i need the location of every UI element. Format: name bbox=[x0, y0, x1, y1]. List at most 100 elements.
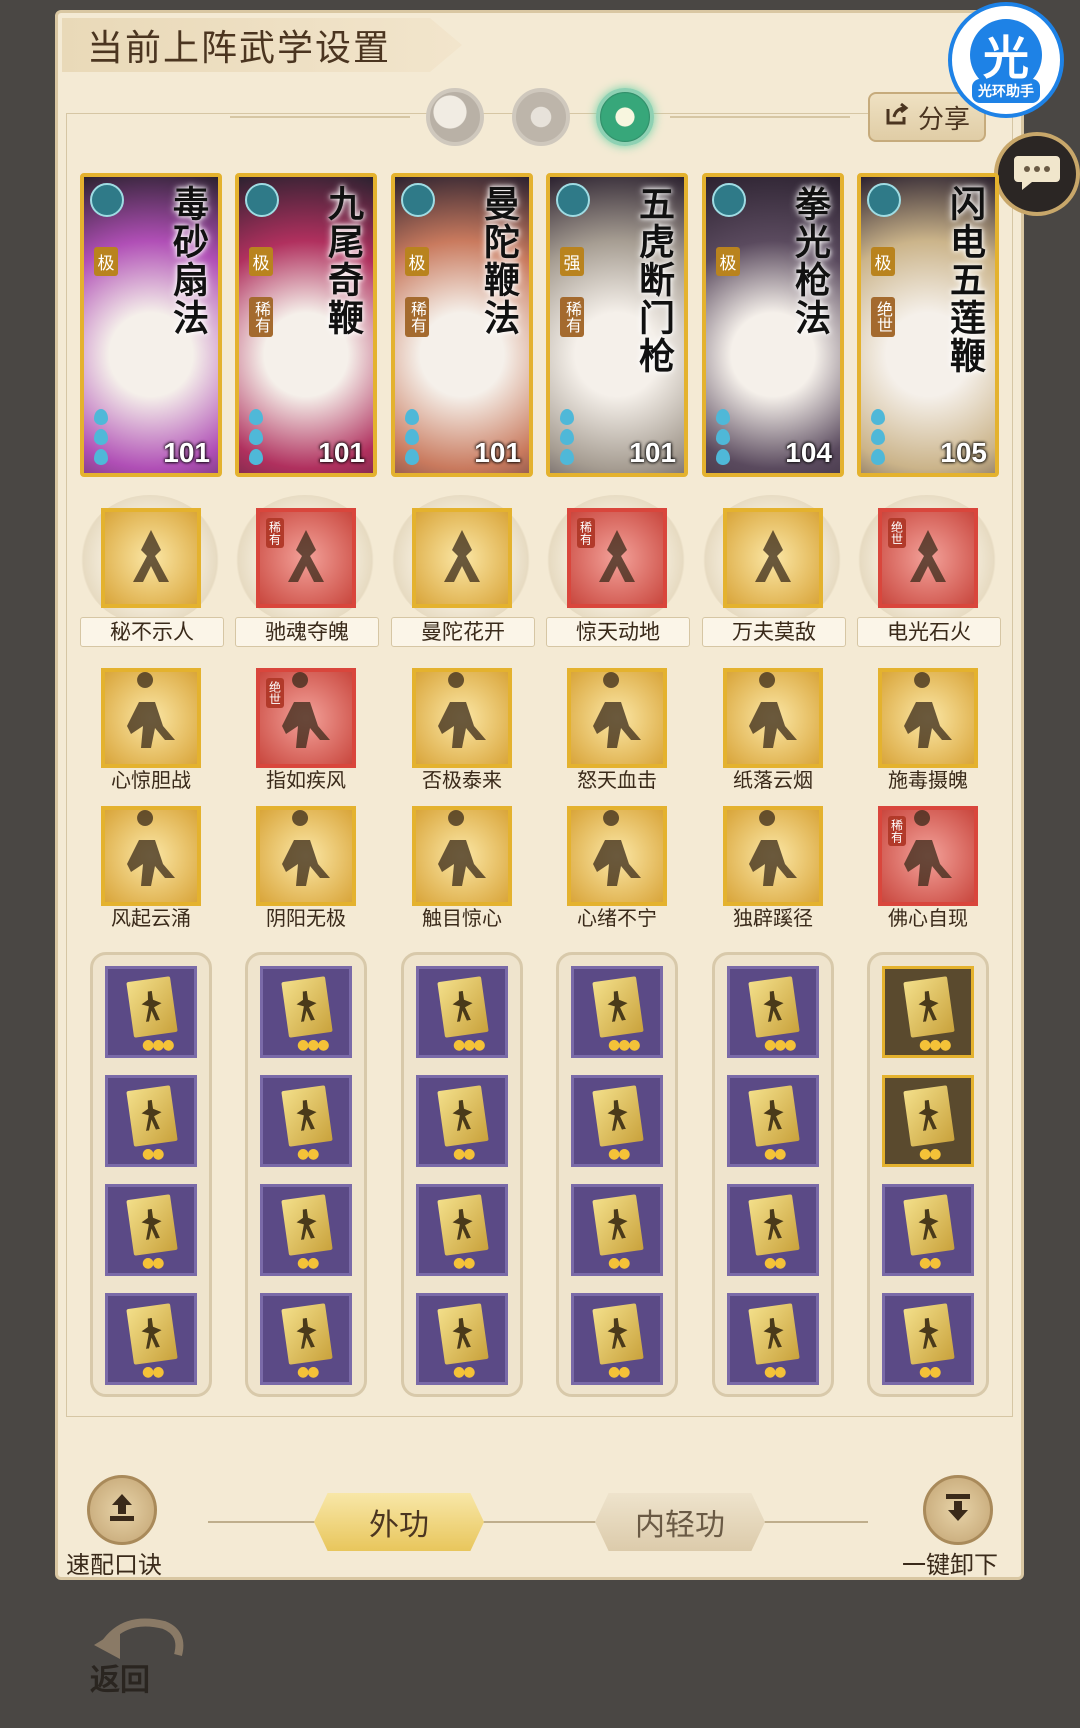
water-orbs-icon bbox=[94, 409, 116, 465]
back-label: 返回 bbox=[90, 1663, 150, 1698]
martial-manual-icon[interactable]: ●● bbox=[260, 1184, 352, 1276]
skill-icon[interactable] bbox=[878, 668, 978, 768]
martial-manual-icon[interactable]: ●● bbox=[727, 1075, 819, 1167]
moon-tab-icon[interactable] bbox=[426, 88, 484, 146]
skill-card[interactable]: 极绝世 闪电五莲鞭 105 bbox=[857, 173, 999, 477]
skill-icon[interactable] bbox=[101, 668, 201, 768]
main-skill-icon[interactable]: 稀有 bbox=[567, 508, 667, 608]
skill-icon[interactable] bbox=[412, 668, 512, 768]
share-label: 分享 bbox=[917, 104, 970, 135]
skill-label: 独辟蹊径 bbox=[733, 906, 813, 930]
martial-manual-icon[interactable]: ●● bbox=[882, 1184, 974, 1276]
skill-icon[interactable] bbox=[567, 668, 667, 768]
card-tier: 强 bbox=[560, 247, 584, 276]
skill-card[interactable]: 极 毒砂扇法 101 bbox=[80, 173, 222, 477]
main-skill-label: 曼陀花开 bbox=[391, 617, 535, 647]
card-tier: 极 bbox=[249, 247, 273, 276]
martial-manual-icon[interactable]: ●●● bbox=[882, 966, 974, 1058]
martial-manual-icon[interactable]: ●● bbox=[416, 1293, 508, 1385]
school-emblem-icon bbox=[867, 183, 901, 217]
divider bbox=[670, 116, 850, 118]
main-skill-label: 惊天动地 bbox=[546, 617, 690, 647]
school-emblem-icon bbox=[245, 183, 279, 217]
skill-card[interactable]: 极稀有 九尾奇鞭 101 bbox=[235, 173, 377, 477]
main-skill-icon[interactable]: 稀有 bbox=[256, 508, 356, 608]
skill-icon[interactable] bbox=[723, 668, 823, 768]
skill-label: 心绪不宁 bbox=[577, 906, 657, 930]
app-assistant-badge[interactable]: 光 光环助手 bbox=[948, 2, 1064, 118]
martial-manual-icon[interactable]: ●●● bbox=[260, 966, 352, 1058]
card-name: 曼陀鞭法 bbox=[478, 185, 520, 337]
skill-label: 指如疾风 bbox=[266, 768, 346, 792]
martial-manual-icon[interactable]: ●● bbox=[105, 1184, 197, 1276]
martial-manual-icon[interactable]: ●●● bbox=[571, 966, 663, 1058]
main-skill-icon[interactable] bbox=[412, 508, 512, 608]
skill-tag: 稀有 bbox=[577, 518, 595, 548]
skill-icon[interactable]: 绝世 bbox=[256, 668, 356, 768]
card-name: 五虎断门枪 bbox=[633, 185, 675, 375]
skill-icon[interactable] bbox=[567, 806, 667, 906]
card-level: 101 bbox=[474, 437, 521, 468]
unload-all-button[interactable] bbox=[923, 1475, 993, 1545]
card-name: 毒砂扇法 bbox=[167, 185, 209, 337]
water-orbs-icon bbox=[716, 409, 738, 465]
skill-icon[interactable] bbox=[412, 806, 512, 906]
skill-tag: 绝世 bbox=[888, 518, 906, 548]
water-orbs-icon bbox=[249, 409, 271, 465]
card-level: 105 bbox=[940, 437, 987, 468]
martial-manual-icon[interactable]: ●●● bbox=[727, 966, 819, 1058]
martial-manual-icon[interactable]: ●● bbox=[727, 1184, 819, 1276]
martial-manual-icon[interactable]: ●● bbox=[416, 1184, 508, 1276]
skill-label: 怒天血击 bbox=[577, 768, 657, 792]
martial-manual-icon[interactable]: ●● bbox=[260, 1293, 352, 1385]
martial-manual-icon[interactable]: ●● bbox=[571, 1075, 663, 1167]
chat-bubble-icon bbox=[1012, 152, 1062, 196]
martial-manual-icon[interactable]: ●● bbox=[571, 1184, 663, 1276]
card-tier: 极 bbox=[94, 247, 118, 276]
martial-manual-icon[interactable]: ●● bbox=[105, 1075, 197, 1167]
skill-card[interactable]: 强稀有 五虎断门枪 101 bbox=[546, 173, 688, 477]
skill-label: 风起云涌 bbox=[111, 906, 191, 930]
card-rarity: 稀有 bbox=[405, 297, 429, 337]
skill-icon[interactable] bbox=[101, 806, 201, 906]
main-skill-icon[interactable] bbox=[101, 508, 201, 608]
skill-icon[interactable]: 稀有 bbox=[878, 806, 978, 906]
main-skill-icon[interactable]: 绝世 bbox=[878, 508, 978, 608]
jade-tab-icon[interactable] bbox=[596, 88, 654, 146]
martial-manual-icon[interactable]: ●● bbox=[882, 1293, 974, 1385]
school-emblem-icon bbox=[90, 183, 124, 217]
card-tier: 极 bbox=[871, 247, 895, 276]
skill-icon[interactable] bbox=[723, 806, 823, 906]
skill-tag: 稀有 bbox=[888, 816, 906, 846]
skill-tag: 稀有 bbox=[266, 518, 284, 548]
main-skill-label: 电光石火 bbox=[857, 617, 1001, 647]
main-skill-icon[interactable] bbox=[723, 508, 823, 608]
martial-manual-icon[interactable]: ●● bbox=[260, 1075, 352, 1167]
martial-manual-icon[interactable]: ●● bbox=[571, 1293, 663, 1385]
skill-label: 否极泰来 bbox=[422, 768, 502, 792]
school-emblem-icon bbox=[401, 183, 435, 217]
back-button[interactable]: 返回 bbox=[84, 1605, 188, 1701]
martial-manual-icon[interactable]: ●●● bbox=[105, 966, 197, 1058]
martial-manual-icon[interactable]: ●● bbox=[105, 1293, 197, 1385]
skill-icon[interactable] bbox=[256, 806, 356, 906]
skill-card[interactable]: 极 拳光枪法 104 bbox=[702, 173, 844, 477]
card-name: 闪电五莲鞭 bbox=[944, 185, 986, 375]
chat-button[interactable] bbox=[994, 132, 1080, 216]
martial-manual-icon[interactable]: ●● bbox=[882, 1075, 974, 1167]
tab-inner-skill[interactable]: 内轻功 bbox=[595, 1493, 765, 1551]
school-emblem-icon bbox=[712, 183, 746, 217]
martial-manual-icon[interactable]: ●●● bbox=[416, 966, 508, 1058]
skill-label: 心惊胆战 bbox=[111, 768, 191, 792]
martial-manual-icon[interactable]: ●● bbox=[416, 1075, 508, 1167]
card-level: 101 bbox=[318, 437, 365, 468]
card-name: 九尾奇鞭 bbox=[322, 185, 364, 337]
divider bbox=[230, 116, 410, 118]
card-level: 104 bbox=[785, 437, 832, 468]
sun-tab-icon[interactable] bbox=[512, 88, 570, 146]
tab-outer-skill[interactable]: 外功 bbox=[314, 1493, 484, 1551]
skill-card[interactable]: 极稀有 曼陀鞭法 101 bbox=[391, 173, 533, 477]
martial-manual-icon[interactable]: ●● bbox=[727, 1293, 819, 1385]
quick-config-button[interactable] bbox=[87, 1475, 157, 1545]
water-orbs-icon bbox=[560, 409, 582, 465]
